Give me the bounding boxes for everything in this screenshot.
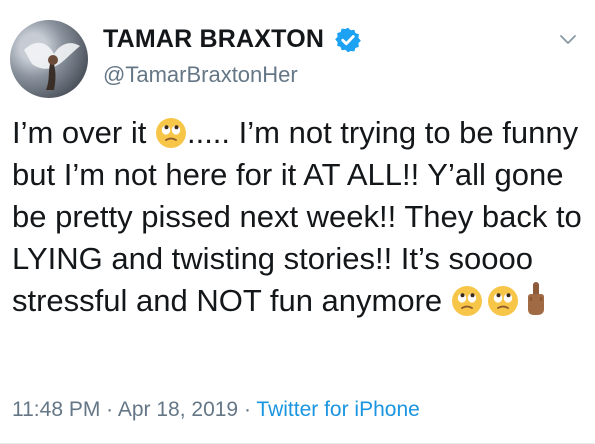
chevron-down-icon[interactable] [557,28,579,50]
tweet-text-part-1: I’m over it [12,115,155,150]
face-with-rolling-eyes-icon [155,118,186,148]
meta-separator: · [100,398,118,421]
verified-badge-icon [335,27,361,52]
tweet-card: TAMAR BRAXTON @TamarBraxtonHer I’m over … [0,0,595,444]
avatar[interactable] [10,20,88,98]
author-handle[interactable]: @TamarBraxtonHer [103,62,298,88]
avatar-dove-icon [24,42,80,90]
tweet-source-link[interactable]: Twitter for iPhone [256,398,419,421]
tweet-time[interactable]: 11:48 PM [12,398,100,421]
middle-finger-icon [527,282,544,315]
face-with-rolling-eyes-icon [451,286,482,316]
tweet-date[interactable]: Apr 18, 2019 [118,398,238,421]
author-display-name[interactable]: TAMAR BRAXTON [103,25,324,54]
face-with-rolling-eyes-icon [487,286,518,316]
meta-separator: · [238,398,257,421]
tweet-text: I’m over it ..... I’m not trying to be f… [12,112,587,322]
author-name-row: TAMAR BRAXTON [103,25,362,54]
tweet-meta: 11:48 PM · Apr 18, 2019 · Twitter for iP… [12,398,420,422]
